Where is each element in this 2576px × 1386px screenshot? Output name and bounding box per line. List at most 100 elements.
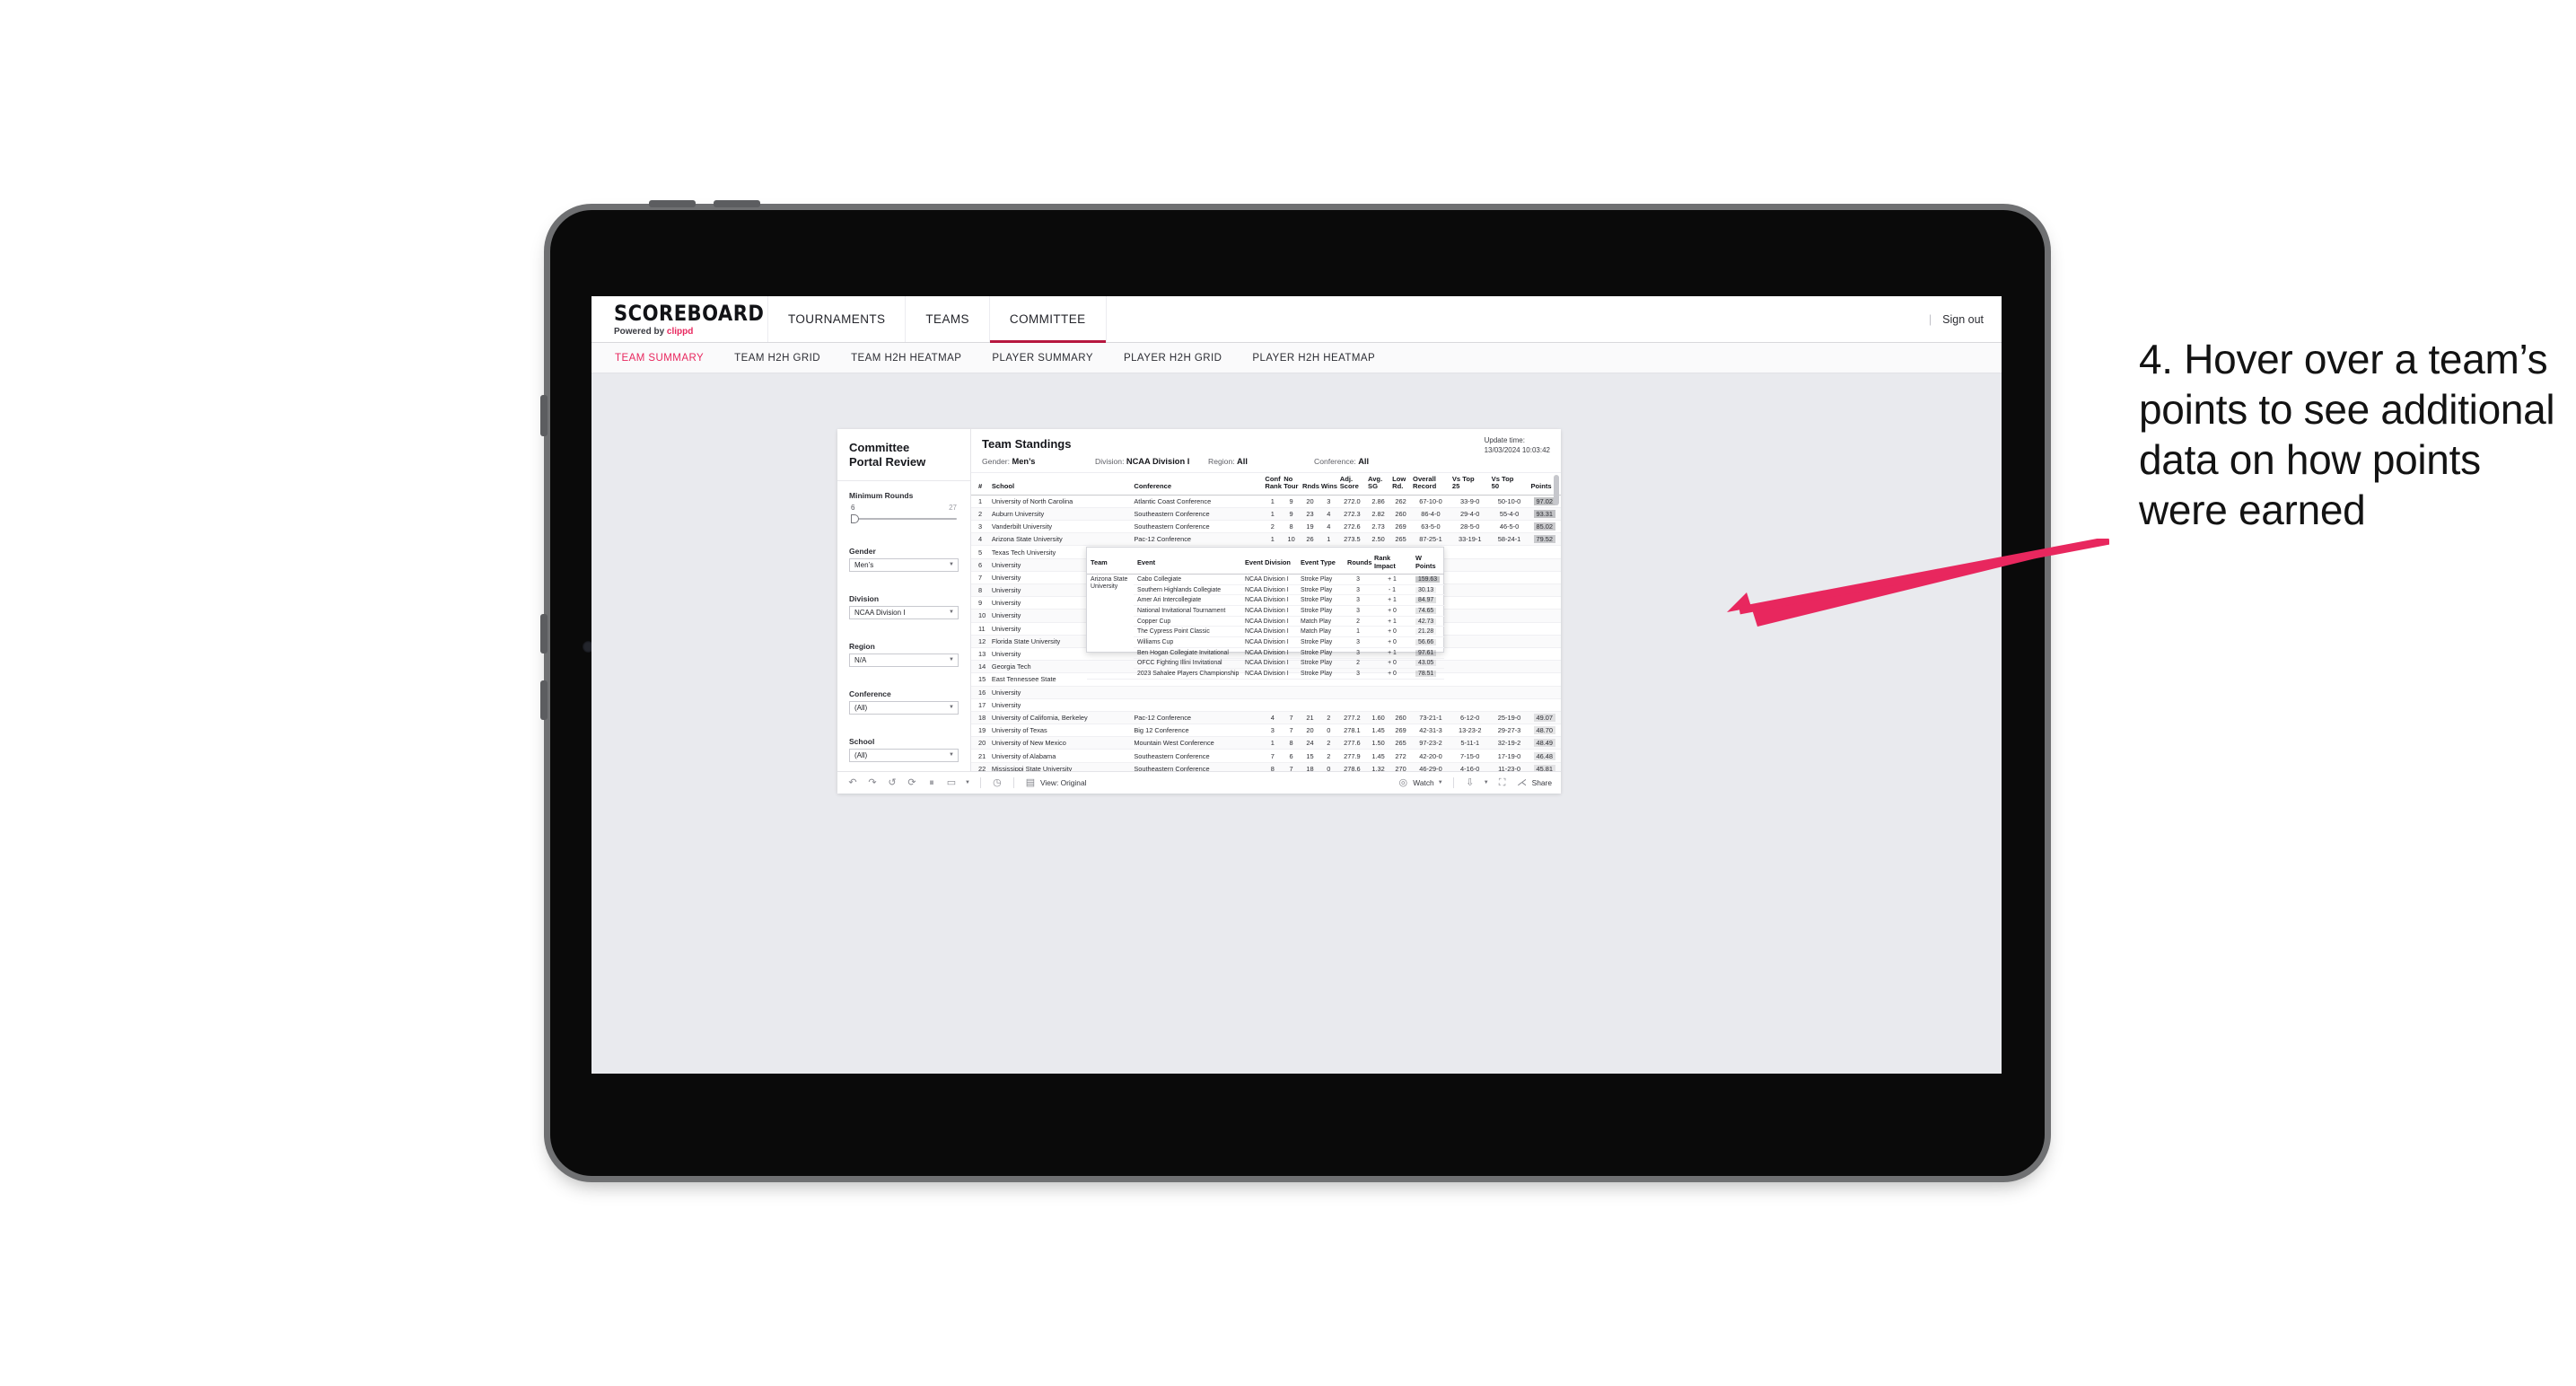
cell-adj-score: 273.5	[1337, 532, 1366, 547]
table-row[interactable]: 20 University of New Mexico Mountain West …	[971, 736, 1561, 750]
device-volume-up-button[interactable]	[649, 200, 696, 207]
device-layout-icon[interactable]: ▭	[945, 776, 958, 789]
brand-subtitle: Powered by clippd	[614, 327, 767, 337]
chevron-down-icon[interactable]: ▼	[965, 780, 970, 785]
standings-scrollbar[interactable]	[1554, 473, 1559, 771]
device-volume-down-button[interactable]	[714, 200, 760, 207]
region-value: N/A	[854, 655, 867, 664]
brand-logo[interactable]: SCOREBOARD Powered by clippd	[591, 296, 768, 342]
gender-select[interactable]: Men’s ▼	[849, 557, 959, 572]
device-side-button-2[interactable]	[540, 680, 548, 720]
tooltip-cell-event-division: NCAA Division I	[1241, 605, 1297, 617]
tooltip-w-points-value: 43.05	[1415, 660, 1437, 667]
subnav-item-team-h2h-grid[interactable]: TEAM H2H GRID	[734, 353, 820, 364]
device-side-button-1[interactable]	[540, 614, 548, 654]
table-row[interactable]: 1 University of North Carolina Atlantic Co…	[971, 495, 1561, 508]
points-value[interactable]: 48.70	[1533, 726, 1555, 735]
chevron-down-icon: ▼	[949, 562, 954, 568]
slider-handle[interactable]	[851, 513, 859, 523]
standings-col-no-tour[interactable]: No Tour	[1282, 473, 1301, 496]
fullscreen-icon[interactable]: ⛶	[1496, 776, 1509, 789]
table-row[interactable]: 21 University of Alabama Southeastern Conf…	[971, 749, 1561, 763]
points-value[interactable]: 45.81	[1533, 764, 1555, 771]
subnav-item-player-h2h-grid[interactable]: PLAYER H2H GRID	[1124, 353, 1222, 364]
table-row[interactable]: 2 Auburn University Southeastern Conferenc…	[971, 507, 1561, 522]
undo-icon[interactable]: ↶	[846, 776, 859, 789]
cell-no-tour: 8	[1282, 520, 1301, 534]
device-power-button[interactable]	[540, 395, 548, 436]
cell-vs-top-25: 4-16-0	[1450, 762, 1490, 771]
tooltip-cell-team: Arizona State University	[1087, 574, 1134, 680]
table-row[interactable]: 17 University	[971, 698, 1561, 712]
standings-col-adj-score[interactable]: Adj. Score	[1337, 473, 1366, 496]
subnav-item-team-summary[interactable]: TEAM SUMMARY	[615, 353, 704, 364]
standings-col-low-rd[interactable]: Low Rd.	[1390, 473, 1412, 496]
points-value[interactable]: 97.02	[1533, 496, 1555, 505]
redo-icon[interactable]: ↷	[866, 776, 879, 789]
view-original-button[interactable]: ▤ View: Original	[1024, 776, 1087, 789]
cell-no-tour: 6	[1282, 749, 1301, 763]
tooltip-cell-event: The Cypress Point Classic	[1134, 626, 1241, 638]
nav-item-teams[interactable]: TEAMS	[906, 296, 990, 342]
standings-col-wins[interactable]: Wins	[1319, 473, 1338, 496]
standings-col-avg-sg[interactable]: Avg. SG	[1366, 473, 1391, 496]
scrollbar-thumb[interactable]	[1554, 475, 1559, 505]
points-value[interactable]: 93.31	[1533, 509, 1555, 518]
points-value[interactable]: 49.07	[1533, 713, 1555, 722]
cell-no-tour	[1282, 698, 1301, 712]
nav-item-committee[interactable]: COMMITTEE	[989, 296, 1107, 343]
cell-avg-sg: 1.45	[1366, 749, 1391, 763]
standings-col-conference[interactable]: Conference	[1132, 473, 1264, 496]
cell-conference: Atlantic Coast Conference	[1132, 495, 1264, 508]
standings-col-rnds[interactable]: Rnds	[1301, 473, 1319, 496]
points-value[interactable]: 46.48	[1533, 751, 1555, 760]
subnav-item-team-h2h-heatmap[interactable]: TEAM H2H HEATMAP	[851, 353, 961, 364]
table-row[interactable]: 18 University of California, Berkeley Pac-…	[971, 711, 1561, 725]
download-icon[interactable]: ⇩	[1464, 776, 1476, 789]
cell-rank: 18	[971, 711, 990, 725]
table-row[interactable]: 3 Vanderbilt University Southeastern Confe…	[971, 520, 1561, 534]
table-row[interactable]: 16 University	[971, 686, 1561, 699]
tooltip-cell-w-points: 78.51	[1412, 668, 1444, 680]
cell-vs-top-25	[1450, 622, 1490, 636]
cell-vs-top-50	[1489, 545, 1529, 559]
pause-icon[interactable]: ⏸	[925, 776, 938, 789]
points-value[interactable]: 48.49	[1533, 739, 1555, 748]
conference-select[interactable]: (All) ▼	[849, 700, 959, 715]
standings-col-overall-record[interactable]: Overall Record	[1411, 473, 1450, 496]
revert-icon[interactable]: ↺	[886, 776, 898, 789]
standings-col-vs-top-50[interactable]: Vs Top 50	[1489, 473, 1529, 496]
points-value[interactable]: 79.52	[1533, 535, 1555, 544]
nav-item-tournaments[interactable]: TOURNAMENTS	[768, 296, 907, 342]
division-select[interactable]: NCAA Division I ▼	[849, 605, 959, 619]
minimum-rounds-slider[interactable]	[851, 513, 957, 524]
tooltip-row: Williams Cup NCAA Division I Stroke Play 3 +…	[1087, 636, 1444, 648]
cell-no-tour: 9	[1282, 495, 1301, 508]
standings-col-conf-rank[interactable]: Conf Rank	[1263, 473, 1283, 496]
standings-col-rank[interactable]: #	[971, 473, 990, 496]
cell-rank: 13	[971, 647, 990, 662]
tooltip-w-points-value: 30.13	[1415, 586, 1437, 593]
refresh-icon[interactable]: ⟳	[906, 776, 918, 789]
subnav-item-player-summary[interactable]: PLAYER SUMMARY	[992, 353, 1093, 364]
tooltip-row: Arizona State University Cabo Collegiate N…	[1087, 574, 1444, 680]
share-button[interactable]: ⋌ Share	[1516, 776, 1552, 789]
cell-rank: 3	[971, 520, 990, 534]
sign-out-link[interactable]: Sign out	[1942, 313, 1984, 326]
chevron-down-icon[interactable]: ▼	[1484, 780, 1489, 785]
cell-rank: 11	[971, 622, 990, 636]
watch-icon: ◎	[1398, 776, 1408, 788]
table-row[interactable]: 19 University of Texas Big 12 Conference 3 7…	[971, 724, 1561, 738]
table-row[interactable]: 22 Mississippi State University Southeaste…	[971, 762, 1561, 771]
standings-col-vs-top-25[interactable]: Vs Top 25	[1450, 473, 1490, 496]
history-icon[interactable]: ◷	[991, 776, 1003, 789]
points-value[interactable]: 85.02	[1533, 522, 1555, 531]
standings-col-school[interactable]: School	[989, 473, 1133, 496]
school-select[interactable]: (All) ▼	[849, 748, 959, 762]
table-row[interactable]: 4 Arizona State University Pac-12 Conferen…	[971, 532, 1561, 547]
watch-button[interactable]: ◎ Watch ▼	[1397, 776, 1442, 789]
tooltip-row: Copper Cup NCAA Division I Match Play 2 + 14…	[1087, 616, 1444, 627]
subnav-item-player-h2h-heatmap[interactable]: PLAYER H2H HEATMAP	[1252, 353, 1375, 364]
cell-overall-record: 46-29-0	[1411, 762, 1450, 771]
region-select[interactable]: N/A ▼	[849, 653, 959, 667]
